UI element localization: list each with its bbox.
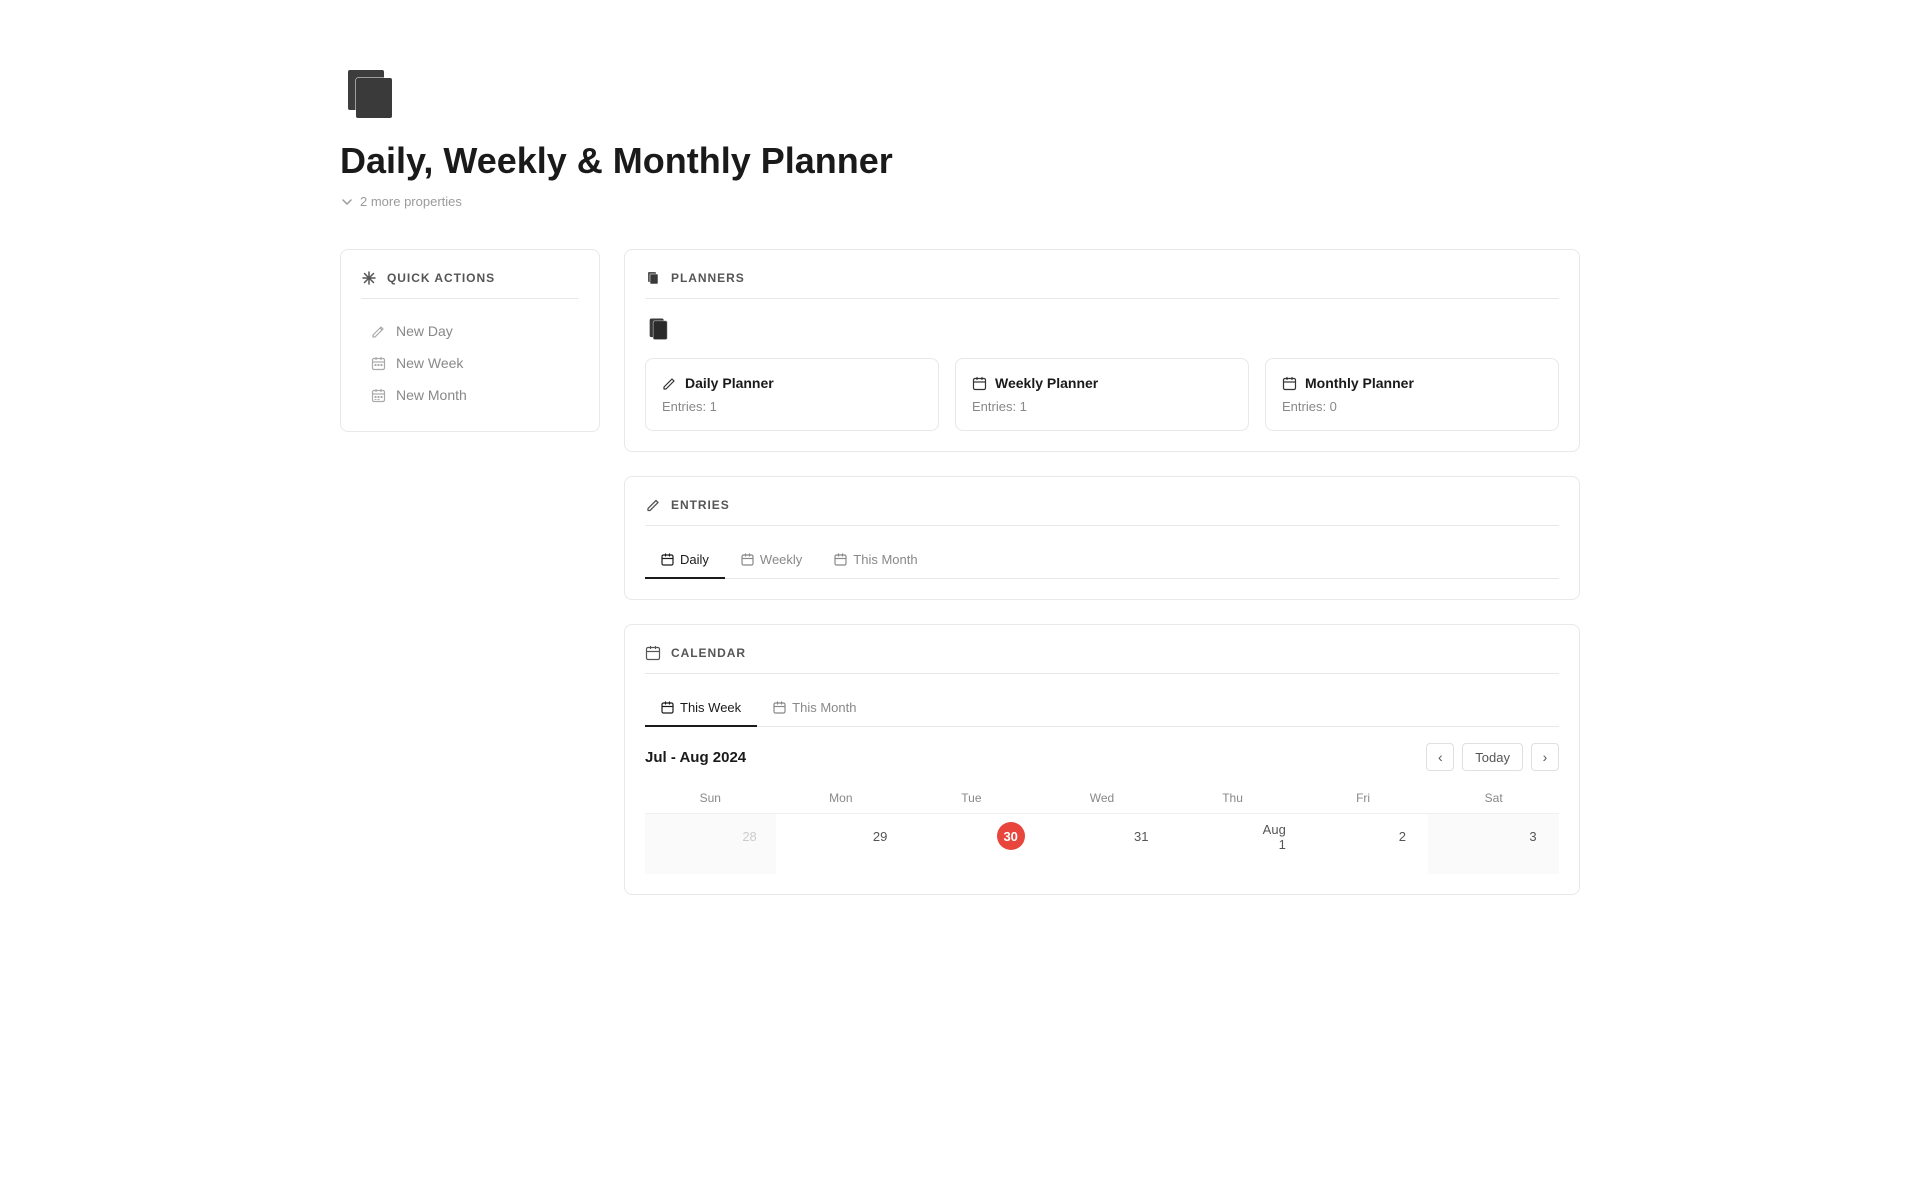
monthly-planner-card[interactable]: Monthly Planner Entries: 0 xyxy=(1265,358,1559,431)
calendar-main-icon xyxy=(645,645,661,661)
app-icon xyxy=(340,60,400,120)
calendar-grid-icon xyxy=(972,376,987,391)
calendar-header-label: CALENDAR xyxy=(645,645,1559,674)
pencil-entries-icon xyxy=(645,497,661,513)
calendar-tab-this-month[interactable]: This Month xyxy=(757,690,872,727)
calendar-nav: ‹ Today › xyxy=(1426,743,1559,771)
pencil-icon xyxy=(371,324,386,339)
calendar-tabs: This Week This Month xyxy=(645,690,1559,727)
page-title: Daily, Weekly & Monthly Planner xyxy=(340,140,1580,182)
calendar-monthly-icon xyxy=(1282,376,1297,391)
daily-planner-card[interactable]: Daily Planner Entries: 1 xyxy=(645,358,939,431)
new-month-button[interactable]: New Month xyxy=(361,379,579,411)
day-sat: Sat xyxy=(1428,783,1559,814)
entries-header: ENTRIES xyxy=(645,497,1559,526)
monthly-planner-title: Monthly Planner xyxy=(1282,375,1542,391)
quick-actions-header: QUICK ACTIONS xyxy=(361,270,579,299)
planner-icon-area xyxy=(645,315,1559,346)
planners-header: PLANNERS xyxy=(645,270,1559,299)
sidebar: QUICK ACTIONS New Day xyxy=(340,249,600,895)
calendar-prev-button[interactable]: ‹ xyxy=(1426,743,1454,771)
calendar-day-2[interactable]: 2 xyxy=(1298,814,1429,874)
calendar-grid: Sun Mon Tue Wed Thu Fri Sat xyxy=(645,783,1559,874)
day-thu: Thu xyxy=(1167,783,1298,814)
day-fri: Fri xyxy=(1298,783,1429,814)
calendar-tab-this-week[interactable]: This Week xyxy=(645,690,757,727)
entries-tab-this-month[interactable]: This Month xyxy=(818,542,933,579)
entries-tab-daily[interactable]: Daily xyxy=(645,542,725,579)
new-week-button[interactable]: New Week xyxy=(361,347,579,379)
calendar-week-icon xyxy=(371,356,386,371)
day-sun: Sun xyxy=(645,783,776,814)
monthly-planner-entries: Entries: 0 xyxy=(1282,399,1542,414)
calendar-days-header: Sun Mon Tue Wed Thu Fri Sat xyxy=(645,783,1559,814)
table-lines-icon xyxy=(662,376,677,391)
planner-book-icon xyxy=(645,315,673,343)
entries-tab-weekly[interactable]: Weekly xyxy=(725,542,818,579)
calendar-today-button[interactable]: Today xyxy=(1462,743,1523,771)
calendar-day-28[interactable]: 28 xyxy=(645,814,776,874)
calendar-week-row: 28 29 30 31 xyxy=(645,814,1559,874)
calendar-month-label: Jul - Aug 2024 xyxy=(645,749,746,766)
calendar-card: CALENDAR This Week xyxy=(624,624,1580,895)
calendar-day-30[interactable]: 30 xyxy=(906,814,1037,874)
calendar-day-31[interactable]: 31 xyxy=(1037,814,1168,874)
main-content: PLANNERS xyxy=(624,249,1580,895)
planners-card: PLANNERS xyxy=(624,249,1580,452)
weekly-planner-card[interactable]: Weekly Planner Entries: 1 xyxy=(955,358,1249,431)
weekly-planner-title: Weekly Planner xyxy=(972,375,1232,391)
calendar-weekly-icon xyxy=(741,553,754,566)
calendar-day-3[interactable]: 3 xyxy=(1428,814,1559,874)
new-day-button[interactable]: New Day xyxy=(361,315,579,347)
calendar-daily-icon xyxy=(661,553,674,566)
quick-actions-card: QUICK ACTIONS New Day xyxy=(340,249,600,432)
calendar-month-icon xyxy=(371,388,386,403)
main-grid: QUICK ACTIONS New Day xyxy=(340,249,1580,895)
cal-week-icon xyxy=(661,701,674,714)
sparkle-icon xyxy=(361,270,377,286)
calendar-next-button[interactable]: › xyxy=(1531,743,1559,771)
calendar-day-aug1[interactable]: Aug 1 xyxy=(1167,814,1298,874)
entries-card: ENTRIES Daily xyxy=(624,476,1580,600)
calendar-month-header: Jul - Aug 2024 ‹ Today › xyxy=(645,727,1559,783)
day-wed: Wed xyxy=(1037,783,1168,814)
page-container: Daily, Weekly & Monthly Planner 2 more p… xyxy=(260,0,1660,955)
daily-planner-title: Daily Planner xyxy=(662,375,922,391)
chevron-down-icon xyxy=(340,195,354,209)
calendar-this-month-icon xyxy=(834,553,847,566)
calendar-day-29[interactable]: 29 xyxy=(776,814,907,874)
day-tue: Tue xyxy=(906,783,1037,814)
more-properties[interactable]: 2 more properties xyxy=(340,194,1580,209)
weekly-planner-entries: Entries: 1 xyxy=(972,399,1232,414)
day-mon: Mon xyxy=(776,783,907,814)
planners-grid: Daily Planner Entries: 1 Weekly P xyxy=(645,358,1559,431)
daily-planner-entries: Entries: 1 xyxy=(662,399,922,414)
cal-month-icon xyxy=(773,701,786,714)
entries-tabs: Daily Weekly xyxy=(645,542,1559,579)
planners-icon xyxy=(645,270,661,286)
